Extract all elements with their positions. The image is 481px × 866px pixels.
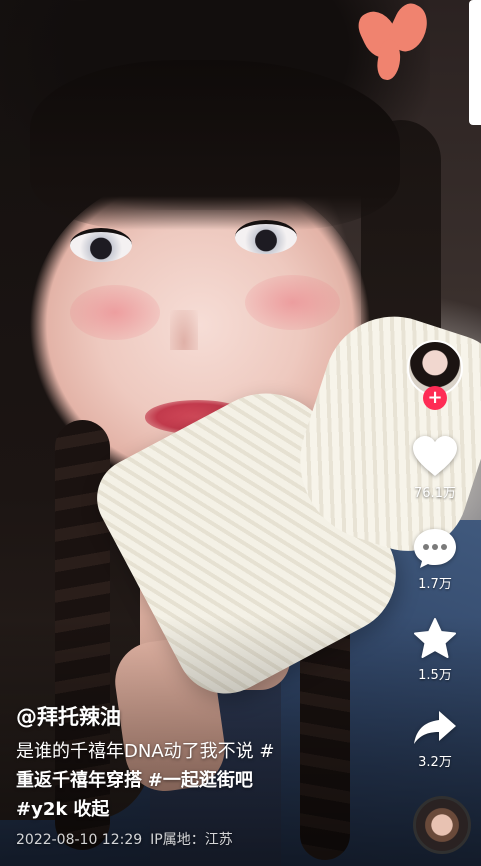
like-count: 76.1万 xyxy=(414,486,456,501)
comment-button[interactable]: 1.7万 xyxy=(412,527,458,592)
heart-icon xyxy=(413,436,457,476)
video-screen[interactable]: + 76.1万 1.7万 1.5万 3.2万 @拜托辣油 是谁的千禧年DNA动了… xyxy=(0,0,481,866)
follow-button[interactable]: + xyxy=(423,386,447,410)
share-button[interactable]: 3.2万 xyxy=(413,709,457,770)
hashtag-link[interactable]: 重返千禧年穿搭 xyxy=(16,770,142,791)
ip-location: IP属地：江苏 xyxy=(150,832,233,848)
video-description: 是谁的千禧年DNA动了我不说 # 重返千禧年穿搭 #一起逛街吧 #y2k 收起 xyxy=(16,737,351,824)
favorite-button[interactable]: 1.5万 xyxy=(413,618,457,683)
video-meta: 2022-08-10 12:29 IP属地：江苏 xyxy=(16,830,351,850)
comment-icon xyxy=(414,529,456,568)
video-blush-right xyxy=(245,275,340,330)
side-edge-handle[interactable] xyxy=(469,0,481,125)
caption-block: @拜托辣油 是谁的千禧年DNA动了我不说 # 重返千禧年穿搭 #一起逛街吧 #y… xyxy=(16,703,351,850)
like-button[interactable]: 76.1万 xyxy=(412,436,458,501)
description-line-1: 是谁的千禧年DNA动了我不说 # xyxy=(16,741,275,762)
video-nose xyxy=(170,310,198,350)
star-icon xyxy=(414,618,456,658)
creator-avatar-button[interactable]: + xyxy=(405,340,465,410)
hashtag-link[interactable]: #一起逛街吧 xyxy=(148,770,253,791)
favorite-count: 1.5万 xyxy=(418,668,452,683)
post-timestamp: 2022-08-10 12:29 xyxy=(16,832,143,848)
music-disc-icon[interactable] xyxy=(413,796,471,854)
action-column: + 76.1万 1.7万 1.5万 3.2万 xyxy=(405,340,465,770)
creator-username[interactable]: @拜托辣油 xyxy=(16,703,351,731)
collapse-caption-button[interactable]: 收起 xyxy=(73,799,109,820)
share-arrow-icon xyxy=(414,711,456,744)
video-eye-right xyxy=(235,220,297,254)
share-count: 3.2万 xyxy=(418,755,452,770)
video-hair-bow xyxy=(353,0,435,90)
comment-count: 1.7万 xyxy=(418,577,452,592)
video-blush-left xyxy=(70,285,160,340)
hashtag-link[interactable]: #y2k xyxy=(16,799,67,820)
video-eye-left xyxy=(70,228,132,262)
video-bangs xyxy=(30,60,400,230)
